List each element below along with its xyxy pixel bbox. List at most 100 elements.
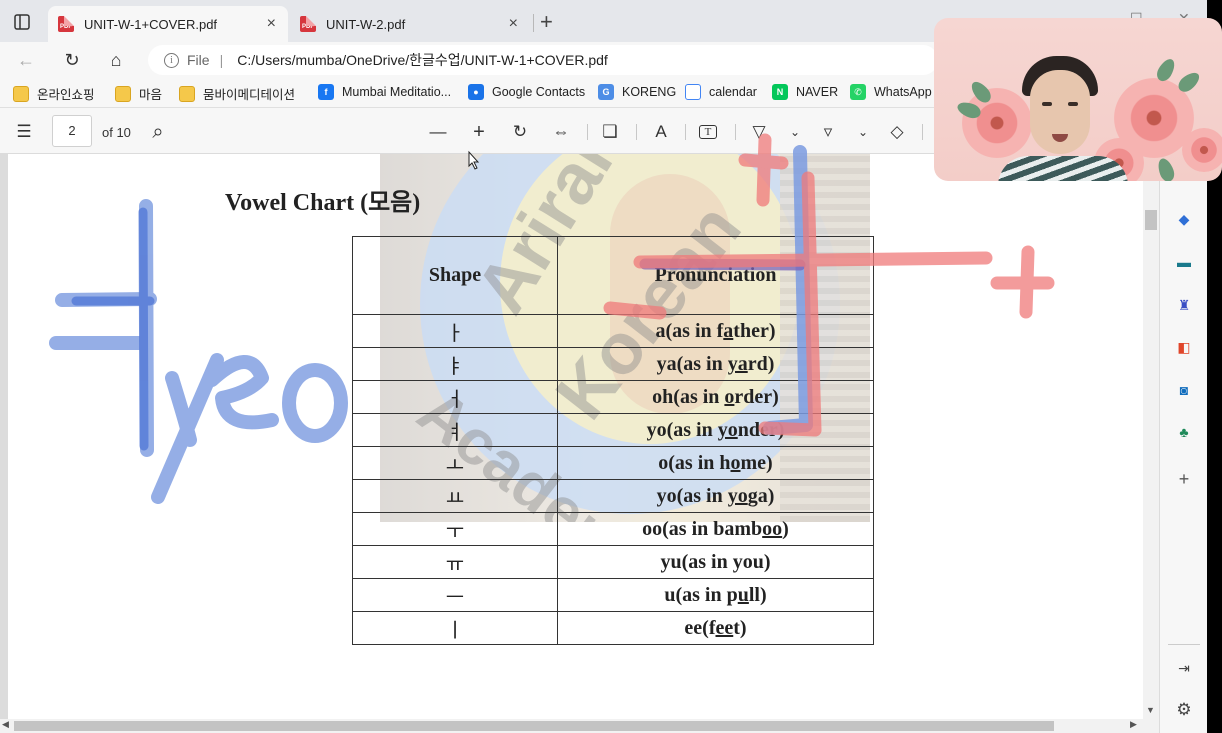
pdf-icon: PDF	[58, 16, 74, 32]
vowel-shape-cell: ㅡ	[352, 578, 558, 612]
highlight-button[interactable]: ▿	[817, 121, 839, 143]
site-info-icon[interactable]: i	[164, 52, 179, 68]
pronunciation-text: yo(as in	[656, 484, 728, 507]
bookmark-label: NAVER	[796, 85, 839, 99]
toolbar-separator	[922, 124, 923, 140]
tab-unit-w-1[interactable]: PDF UNIT-W-1+COVER.pdf ×	[48, 6, 288, 42]
bookmark-naver[interactable]: N NAVER	[772, 84, 838, 100]
page-number-input[interactable]: 2	[52, 115, 92, 147]
vowel-shape-cell: ㅓ	[352, 380, 558, 414]
table-header-row: Shape Pronunciation	[352, 236, 874, 315]
bookmark-google-contacts[interactable]: ● Google Contacts	[468, 84, 585, 100]
table-row: ㅜ oo(as in bamboo)	[352, 512, 874, 546]
tab-actions-icon	[14, 14, 30, 30]
scheme-label: File	[187, 52, 210, 68]
pronunciation-text: rd)	[747, 352, 775, 375]
google-contacts-icon: ●	[468, 84, 484, 100]
sidebar-settings-button[interactable]: ⚙	[1174, 700, 1194, 720]
sidebar-divider	[1168, 644, 1200, 645]
url-text[interactable]: C:/Users/mumba/OneDrive/한글수업/UNIT-W-1+CO…	[237, 50, 608, 70]
tab-close-button[interactable]: ×	[267, 15, 276, 33]
pronunciation-text: t)	[733, 616, 747, 639]
scroll-down-arrow[interactable]: ▼	[1146, 705, 1155, 715]
add-sidebar-app-button[interactable]: +	[1174, 469, 1194, 489]
table-of-contents-button[interactable]: ☰	[13, 121, 35, 143]
pronunciation-text: ee(f	[684, 616, 716, 639]
highlight-options-dropdown[interactable]: ⌄	[852, 121, 874, 143]
games-icon[interactable]: ♜	[1174, 295, 1194, 315]
horizontal-scroll-thumb[interactable]	[14, 721, 1054, 731]
office-glyph: ◧	[1177, 338, 1191, 355]
bookmark-mumbai-meditation-folder[interactable]: 뭄바이메디테이션	[179, 84, 295, 103]
pronunciation-underlined: o	[730, 451, 741, 474]
add-text-button[interactable]: T	[699, 125, 717, 139]
fit-to-width-button[interactable]: ⇔	[550, 121, 572, 143]
bookmark-label: 온라인쇼핑	[37, 88, 95, 102]
tab-title: UNIT-W-1+COVER.pdf	[84, 16, 218, 32]
horizontal-scrollbar[interactable]: ◀ ▶	[0, 719, 1159, 733]
pronunciation-text: ther)	[733, 319, 776, 342]
vertical-scroll-thumb[interactable]	[1145, 210, 1157, 230]
search-button[interactable]: ⌕	[147, 121, 169, 143]
bookmark-label: Mumbai Meditatio...	[342, 85, 452, 99]
vowel-shape-cell: ㅛ	[352, 479, 558, 513]
pronunciation-cell: oh(as in order)	[557, 380, 874, 414]
new-tab-button[interactable]: +	[540, 9, 553, 35]
pronunciation-cell: oo(as in bamboo)	[557, 512, 874, 546]
pronunciation-text: yu(as in you)	[660, 550, 771, 573]
vertical-scrollbar[interactable]: ▼	[1143, 154, 1159, 719]
bookmark-mumbai-meditation[interactable]: f Mumbai Meditatio...	[318, 84, 451, 100]
bookmark-maeum[interactable]: 마음	[115, 84, 162, 103]
rotate-button[interactable]: ↻	[509, 121, 531, 143]
whatsapp-icon: ✆	[850, 84, 866, 100]
zoom-in-button[interactable]: +	[468, 121, 490, 143]
pronunciation-underlined: ee	[715, 616, 734, 639]
home-button[interactable]: ⌂	[104, 48, 128, 72]
reload-button[interactable]: ↻	[60, 48, 84, 72]
pronunciation-text: o(as in h	[658, 451, 731, 474]
page-title: Vowel Chart (모음)	[225, 190, 421, 216]
tools-icon[interactable]: ▬	[1174, 252, 1194, 272]
pronunciation-text: yo(as in	[646, 418, 718, 441]
pronunciation-underlined: yo	[717, 418, 738, 441]
shopping-icon[interactable]: ◆	[1174, 209, 1194, 229]
vowel-shape-cell: ㅏ	[352, 314, 558, 348]
hide-sidebar-button[interactable]: ⇥	[1174, 658, 1194, 678]
tab-actions-button[interactable]	[12, 12, 32, 32]
bookmark-online-shopping[interactable]: 온라인쇼핑	[13, 84, 95, 103]
flower-decoration	[1182, 128, 1222, 172]
zoom-out-button[interactable]: —	[427, 121, 449, 143]
scroll-right-arrow[interactable]: ▶	[1130, 719, 1137, 730]
table-row: ㅠ yu(as in you)	[352, 545, 874, 579]
bookmark-calendar[interactable]: 18 calendar	[685, 84, 757, 100]
draw-options-dropdown[interactable]: ⌄	[784, 121, 806, 143]
presenter-eye	[1042, 102, 1052, 106]
bookmark-label: WhatsApp	[874, 85, 932, 99]
pronunciation-underlined: ya	[727, 352, 748, 375]
drop-icon[interactable]: ♣	[1174, 422, 1194, 442]
read-aloud-button[interactable]: A	[650, 121, 672, 143]
pronunciation-cell: ee(feet)	[557, 611, 874, 645]
tab-close-button[interactable]: ×	[509, 15, 518, 33]
pdf-document-view[interactable]: Arirang Korean Academy Vowel Chart (모음) …	[0, 154, 1143, 719]
pronunciation-text: oo(as in bamb	[642, 517, 763, 540]
pronunciation-cell: yu(as in you)	[557, 545, 874, 579]
tab-unit-w-2[interactable]: PDF UNIT-W-2.pdf ×	[290, 6, 530, 42]
vowel-shape-cell: ㅠ	[352, 545, 558, 579]
page-view-button[interactable]: ❏	[599, 121, 621, 143]
outlook-icon[interactable]: ◙	[1174, 380, 1194, 400]
back-button[interactable]: ←	[14, 48, 38, 72]
office-icon[interactable]: ◧	[1174, 337, 1194, 357]
scroll-left-arrow[interactable]: ◀	[2, 719, 9, 730]
draw-button[interactable]: ▽	[748, 121, 770, 143]
pronunciation-text: u(as in p	[664, 583, 738, 606]
bookmark-koreng[interactable]: G KORENG	[598, 84, 676, 100]
header-pronunciation: Pronunciation	[557, 236, 874, 315]
folder-icon	[179, 85, 195, 102]
bookmark-whatsapp[interactable]: ✆ WhatsApp	[850, 84, 932, 100]
erase-button[interactable]: ◇	[886, 121, 908, 143]
bookmark-label: 마음	[139, 88, 163, 102]
pronunciation-underlined: oo	[762, 517, 783, 540]
address-bar[interactable]: i File | C:/Users/mumba/OneDrive/한글수업/UN…	[148, 45, 938, 75]
bookmark-label: calendar	[709, 85, 757, 99]
